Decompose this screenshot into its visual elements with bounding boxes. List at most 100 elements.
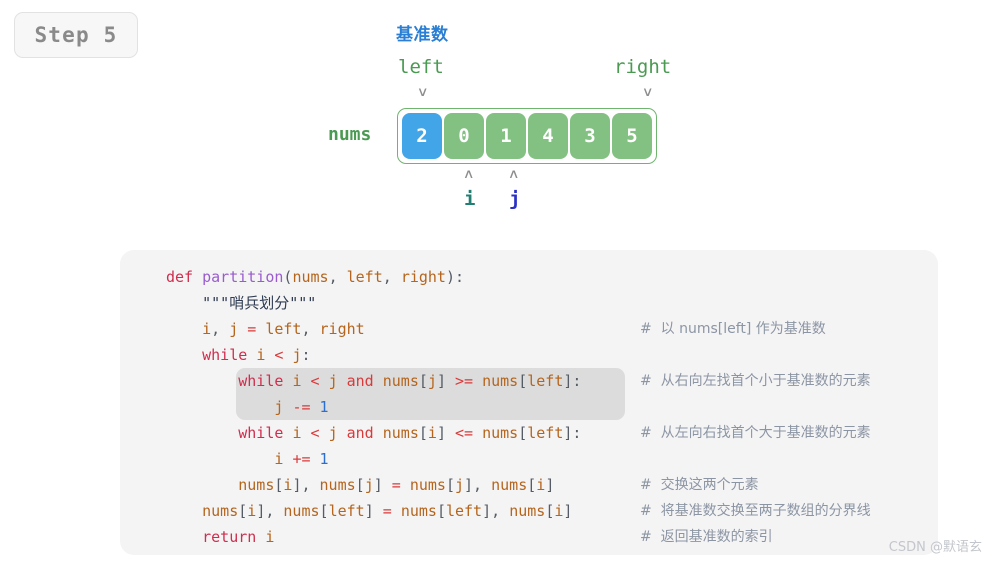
code-token: nums: [491, 476, 528, 494]
code-token: ,: [382, 268, 401, 286]
code-token: [: [319, 502, 329, 520]
code-token: left: [527, 372, 564, 390]
code-token: 1: [319, 450, 329, 468]
code-token: nums: [319, 476, 356, 494]
code-token: nums: [238, 476, 275, 494]
j-arrow-up-icon: ∧: [507, 167, 520, 182]
code-token: [: [527, 476, 537, 494]
left-pointer-label: left: [398, 56, 444, 78]
array-cell: 0: [444, 113, 484, 159]
code-token: ]:: [563, 424, 582, 442]
code-token: i: [247, 502, 257, 520]
code-comment: # 交换这两个元素: [640, 477, 759, 493]
code-token: return: [202, 528, 257, 546]
code-token: partition: [202, 268, 284, 286]
code-token: nums: [400, 502, 437, 520]
code-line-text: def partition(nums, left, right):: [166, 268, 464, 286]
code-token: nums: [382, 372, 419, 390]
j-pointer-label: j: [509, 188, 521, 210]
code-token: left: [265, 320, 302, 338]
code-token: nums: [409, 476, 446, 494]
code-token: ]: [436, 372, 446, 390]
code-token: nums: [382, 424, 419, 442]
code-comment: # 以 nums[left] 作为基准数: [640, 321, 826, 337]
code-token: while: [202, 346, 248, 364]
code-line-text: """哨兵划分""": [166, 294, 316, 312]
code-comment: # 返回基准数的索引: [640, 529, 773, 545]
code-token: -=: [292, 398, 311, 416]
code-token: i: [265, 528, 275, 546]
code-token: nums: [283, 502, 320, 520]
code-token: ],: [482, 502, 510, 520]
code-token: +=: [292, 450, 311, 468]
watermark: CSDN @默语玄: [888, 540, 982, 555]
code-token: right: [319, 320, 365, 338]
code-token: ,: [211, 320, 230, 338]
code-line-text: while i < j and nums[i] <= nums[left]:: [166, 424, 581, 442]
array-cell-value: 2: [416, 125, 428, 147]
code-token: ],: [464, 476, 492, 494]
code-line-text: i += 1: [166, 450, 329, 468]
code-token: ):: [445, 268, 465, 286]
code-token: j: [328, 372, 338, 390]
code-token: ,: [328, 268, 347, 286]
code-token: j: [427, 372, 437, 390]
code-line-text: while i < j and nums[j] >= nums[left]:: [166, 372, 581, 390]
code-line-text: while i < j:: [166, 346, 310, 364]
code-line: nums[i], nums[left] = nums[left], nums[i…: [166, 498, 926, 524]
code-token: left: [328, 502, 365, 520]
code-line: return i # 返回基准数的索引: [166, 524, 926, 550]
code-token: nums: [202, 502, 239, 520]
right-pointer-label: right: [614, 56, 672, 78]
right-arrow-down-icon: ∨: [641, 85, 654, 100]
array-container: 2 0 1 4 3 5: [397, 108, 657, 164]
code-token: and: [346, 372, 374, 390]
array-cell: 2: [402, 113, 442, 159]
code-line: i, j = left, right # 以 nums[left] 作为基准数: [166, 316, 926, 342]
code-comment: # 将基准数交换至两子数组的分界线: [640, 503, 871, 519]
code-line: nums[i], nums[j] = nums[j], nums[i] # 交换这…: [166, 472, 926, 498]
code-token: ]:: [563, 372, 582, 390]
i-pointer-label: i: [464, 188, 476, 210]
code-token: i: [256, 346, 266, 364]
code-token: ]: [436, 424, 446, 442]
code-line-text: nums[i], nums[left] = nums[left], nums[i…: [166, 502, 572, 520]
code-token: [: [418, 424, 428, 442]
code-token: ]: [364, 502, 374, 520]
code-token: <=: [455, 424, 474, 442]
code-token: =: [382, 502, 392, 520]
code-comment: # 从左向右找首个大于基准数的元素: [640, 425, 871, 441]
code-token: [: [418, 372, 428, 390]
code-token: [: [238, 502, 248, 520]
code-token: right: [400, 268, 446, 286]
code-token: nums: [292, 268, 329, 286]
code-token: while: [238, 424, 284, 442]
code-token: left: [445, 502, 483, 520]
code-token: i: [427, 424, 437, 442]
code-token: [: [518, 372, 528, 390]
code-token: ]: [373, 476, 383, 494]
code-token: ],: [256, 502, 284, 520]
array-cell-value: 3: [584, 125, 596, 147]
code-panel: def partition(nums, left, right): """哨兵划…: [120, 250, 938, 555]
code-token: """哨兵划分""": [166, 294, 317, 312]
code-token: nums: [482, 372, 519, 390]
array-cell: 1: [486, 113, 526, 159]
